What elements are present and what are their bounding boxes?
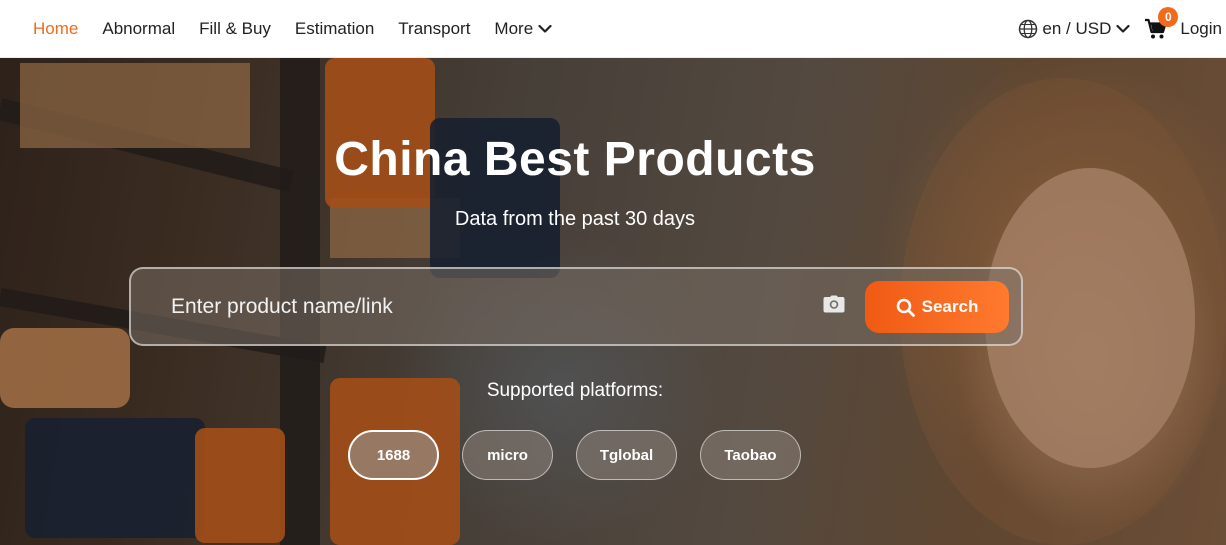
platform-tglobal[interactable]: Tglobal	[576, 430, 677, 480]
login-link[interactable]: Login	[1180, 19, 1222, 39]
chevron-down-icon	[538, 19, 552, 39]
nav-more-dropdown[interactable]: More	[494, 19, 552, 39]
platform-1688[interactable]: 1688	[348, 430, 439, 480]
hero-banner: China Best Products Data from the past 3…	[0, 58, 1226, 545]
hero-title: China Best Products	[334, 133, 816, 186]
language-label: en / USD	[1042, 19, 1112, 38]
search-button[interactable]: Search	[865, 281, 1009, 333]
language-currency-selector[interactable]: en / USD	[1018, 19, 1130, 39]
search-input[interactable]	[155, 287, 795, 327]
nav-home[interactable]: Home	[33, 19, 78, 39]
nav-fill-buy[interactable]: Fill & Buy	[199, 19, 271, 39]
globe-icon	[1019, 19, 1038, 39]
nav-transport-label: Transport	[398, 18, 471, 38]
nav-estimation[interactable]: Estimation	[295, 19, 374, 39]
nav-estimation-label: Estimation	[294, 18, 375, 38]
search-icon	[896, 298, 915, 317]
platform-taobao[interactable]: Taobao	[700, 430, 801, 480]
top-navbar: Home Abnormal Fill & Buy Estimation Tran…	[0, 0, 1226, 58]
chevron-down-icon	[1116, 19, 1130, 39]
nav-fill-buy-label: Fill & Buy	[199, 18, 271, 38]
nav-actions: en / USD 0 Login	[1018, 0, 1226, 58]
platforms-label: Supported platforms:	[486, 380, 664, 401]
search-button-label: Search	[921, 297, 979, 316]
platform-selector: 1688 micro Tglobal Taobao	[348, 430, 824, 480]
cart-count-badge: 0	[1158, 7, 1179, 27]
nav-abnormal[interactable]: Abnormal	[102, 19, 175, 39]
nav-home-label: Home	[33, 18, 79, 38]
nav-transport[interactable]: Transport	[398, 19, 470, 39]
nav-abnormal-label: Abnormal	[102, 18, 176, 38]
platform-micro[interactable]: micro	[462, 430, 553, 480]
cart-button[interactable]: 0	[1144, 7, 1179, 42]
hero-subtitle: Data from the past 30 days	[454, 208, 696, 230]
product-search-bar: Search	[129, 267, 1023, 346]
main-nav: Home Abnormal Fill & Buy Estimation Tran…	[0, 0, 576, 57]
camera-icon[interactable]	[823, 295, 845, 318]
nav-more-label: More	[494, 18, 534, 38]
